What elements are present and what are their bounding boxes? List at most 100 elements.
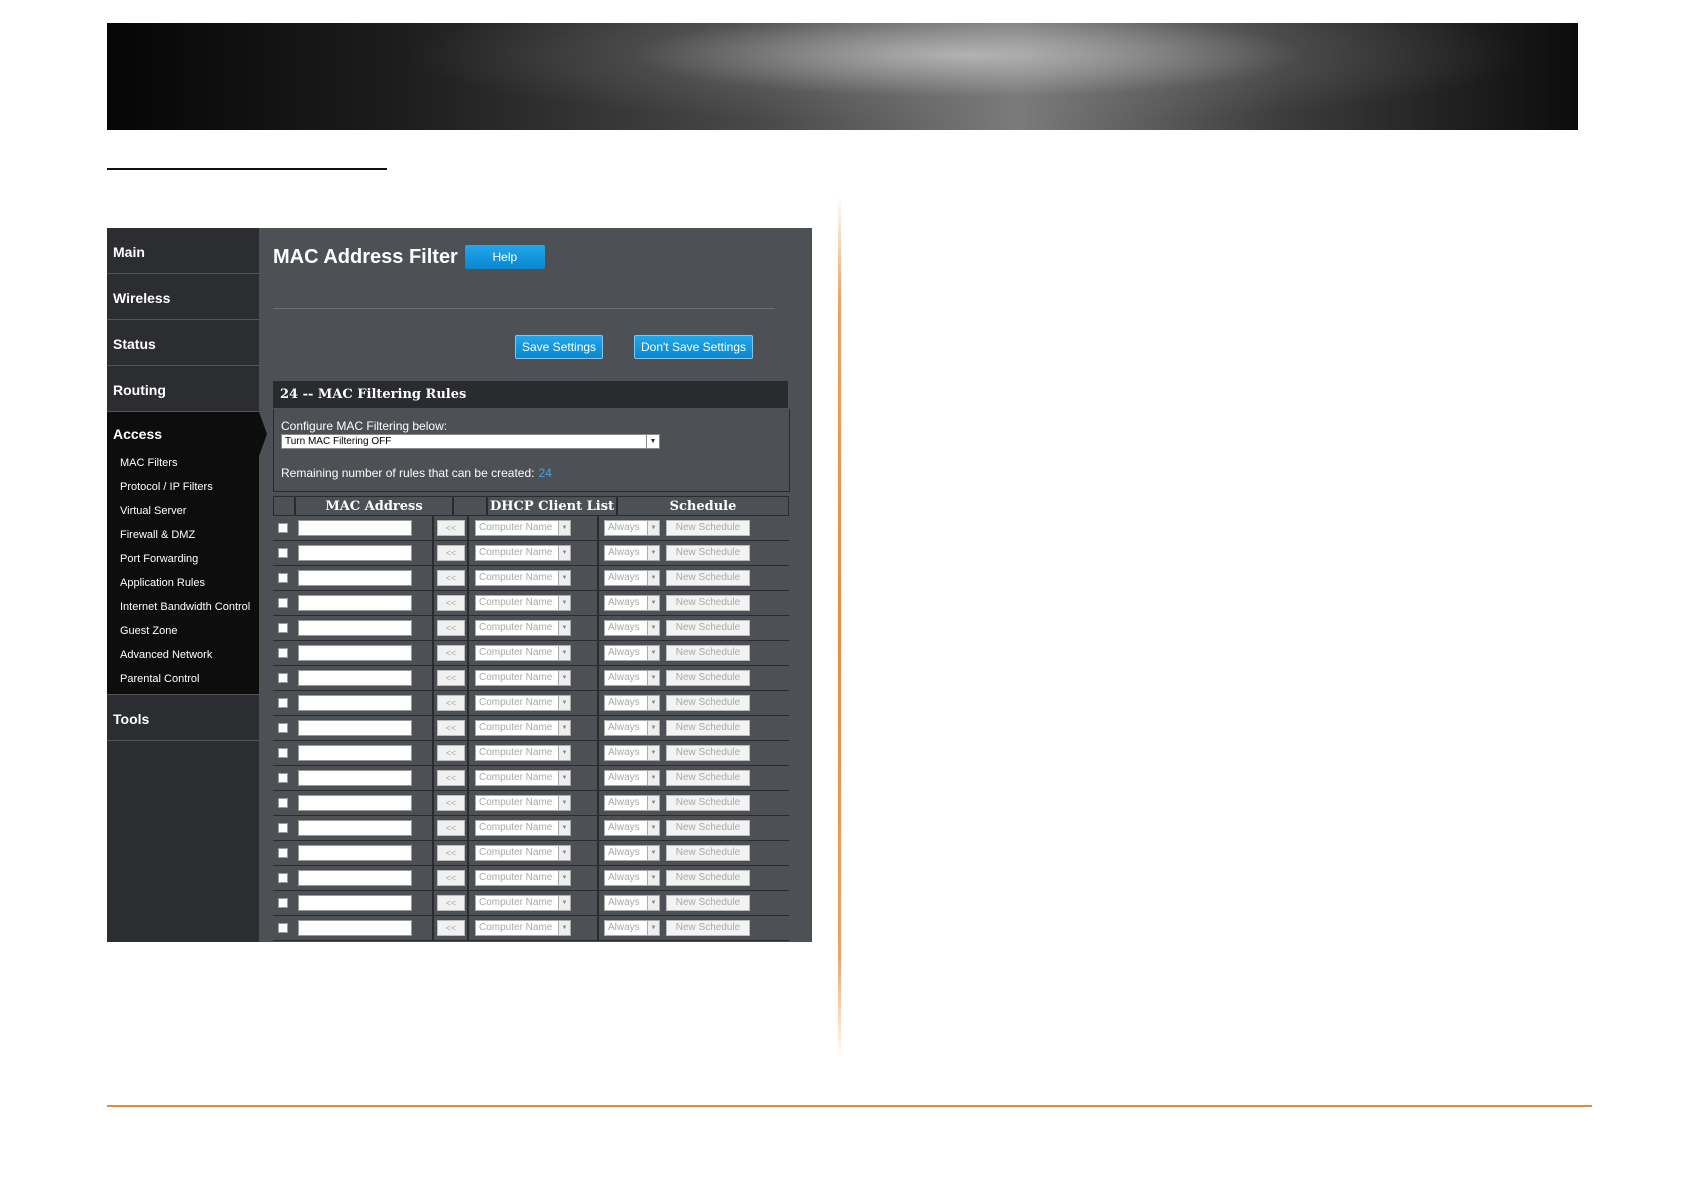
schedule-select[interactable]: Always ▼ bbox=[604, 745, 660, 761]
mac-address-input[interactable] bbox=[298, 645, 412, 661]
new-schedule-button[interactable]: New Schedule bbox=[666, 595, 750, 611]
row-enable-checkbox[interactable] bbox=[278, 723, 288, 733]
new-schedule-button[interactable]: New Schedule bbox=[666, 570, 750, 586]
submenu-item-advanced-network[interactable]: Advanced Network bbox=[107, 644, 259, 668]
schedule-select[interactable]: Always ▼ bbox=[604, 695, 660, 711]
schedule-select[interactable]: Always ▼ bbox=[604, 720, 660, 736]
new-schedule-button[interactable]: New Schedule bbox=[666, 670, 750, 686]
mac-address-input[interactable] bbox=[298, 745, 412, 761]
row-enable-checkbox[interactable] bbox=[278, 523, 288, 533]
submenu-item-parental-control[interactable]: Parental Control bbox=[107, 668, 259, 692]
row-enable-checkbox[interactable] bbox=[278, 748, 288, 758]
copy-mac-button[interactable]: << bbox=[437, 570, 465, 586]
new-schedule-button[interactable]: New Schedule bbox=[666, 720, 750, 736]
copy-mac-button[interactable]: << bbox=[437, 870, 465, 886]
mac-address-input[interactable] bbox=[298, 545, 412, 561]
computer-name-select[interactable]: Computer Name ▼ bbox=[475, 870, 571, 886]
row-enable-checkbox[interactable] bbox=[278, 648, 288, 658]
schedule-select[interactable]: Always ▼ bbox=[604, 670, 660, 686]
mac-address-input[interactable] bbox=[298, 920, 412, 936]
help-button[interactable]: Help bbox=[464, 245, 545, 269]
row-enable-checkbox[interactable] bbox=[278, 573, 288, 583]
schedule-select[interactable]: Always ▼ bbox=[604, 895, 660, 911]
computer-name-select[interactable]: Computer Name ▼ bbox=[475, 595, 571, 611]
new-schedule-button[interactable]: New Schedule bbox=[666, 695, 750, 711]
mac-address-input[interactable] bbox=[298, 795, 412, 811]
dont-save-settings-button[interactable]: Don't Save Settings bbox=[634, 335, 754, 359]
schedule-select[interactable]: Always ▼ bbox=[604, 570, 660, 586]
sidebar-item-status[interactable]: Status bbox=[107, 320, 259, 366]
submenu-item-internet-bandwidth-control[interactable]: Internet Bandwidth Control bbox=[107, 596, 259, 620]
new-schedule-button[interactable]: New Schedule bbox=[666, 745, 750, 761]
computer-name-select[interactable]: Computer Name ▼ bbox=[475, 795, 571, 811]
computer-name-select[interactable]: Computer Name ▼ bbox=[475, 620, 571, 636]
computer-name-select[interactable]: Computer Name ▼ bbox=[475, 845, 571, 861]
schedule-select[interactable]: Always ▼ bbox=[604, 595, 660, 611]
sidebar-item-tools[interactable]: Tools bbox=[107, 695, 259, 741]
sidebar-item-routing[interactable]: Routing bbox=[107, 366, 259, 412]
submenu-item-firewall-dmz[interactable]: Firewall & DMZ bbox=[107, 524, 259, 548]
submenu-item-port-forwarding[interactable]: Port Forwarding bbox=[107, 548, 259, 572]
copy-mac-button[interactable]: << bbox=[437, 595, 465, 611]
mac-address-input[interactable] bbox=[298, 595, 412, 611]
save-settings-button[interactable]: Save Settings bbox=[515, 335, 604, 359]
copy-mac-button[interactable]: << bbox=[437, 670, 465, 686]
computer-name-select[interactable]: Computer Name ▼ bbox=[475, 570, 571, 586]
schedule-select[interactable]: Always ▼ bbox=[604, 770, 660, 786]
computer-name-select[interactable]: Computer Name ▼ bbox=[475, 920, 571, 936]
copy-mac-button[interactable]: << bbox=[437, 895, 465, 911]
schedule-select[interactable]: Always ▼ bbox=[604, 845, 660, 861]
schedule-select[interactable]: Always ▼ bbox=[604, 795, 660, 811]
row-enable-checkbox[interactable] bbox=[278, 548, 288, 558]
row-enable-checkbox[interactable] bbox=[278, 773, 288, 783]
mac-address-input[interactable] bbox=[298, 695, 412, 711]
row-enable-checkbox[interactable] bbox=[278, 873, 288, 883]
computer-name-select[interactable]: Computer Name ▼ bbox=[475, 545, 571, 561]
row-enable-checkbox[interactable] bbox=[278, 798, 288, 808]
copy-mac-button[interactable]: << bbox=[437, 770, 465, 786]
copy-mac-button[interactable]: << bbox=[437, 820, 465, 836]
computer-name-select[interactable]: Computer Name ▼ bbox=[475, 745, 571, 761]
computer-name-select[interactable]: Computer Name ▼ bbox=[475, 670, 571, 686]
new-schedule-button[interactable]: New Schedule bbox=[666, 820, 750, 836]
submenu-item-virtual-server[interactable]: Virtual Server bbox=[107, 500, 259, 524]
submenu-item-guest-zone[interactable]: Guest Zone bbox=[107, 620, 259, 644]
copy-mac-button[interactable]: << bbox=[437, 920, 465, 936]
copy-mac-button[interactable]: << bbox=[437, 845, 465, 861]
sidebar-item-main[interactable]: Main bbox=[107, 228, 259, 274]
mac-address-input[interactable] bbox=[298, 620, 412, 636]
mac-address-input[interactable] bbox=[298, 570, 412, 586]
row-enable-checkbox[interactable] bbox=[278, 923, 288, 933]
mac-address-input[interactable] bbox=[298, 520, 412, 536]
submenu-item-application-rules[interactable]: Application Rules bbox=[107, 572, 259, 596]
computer-name-select[interactable]: Computer Name ▼ bbox=[475, 770, 571, 786]
row-enable-checkbox[interactable] bbox=[278, 898, 288, 908]
row-enable-checkbox[interactable] bbox=[278, 598, 288, 608]
new-schedule-button[interactable]: New Schedule bbox=[666, 870, 750, 886]
row-enable-checkbox[interactable] bbox=[278, 698, 288, 708]
filter-mode-select[interactable]: Turn MAC Filtering OFF ▼ bbox=[281, 434, 660, 449]
sidebar-item-access[interactable]: Access bbox=[107, 412, 267, 456]
schedule-select[interactable]: Always ▼ bbox=[604, 870, 660, 886]
mac-address-input[interactable] bbox=[298, 895, 412, 911]
schedule-select[interactable]: Always ▼ bbox=[604, 820, 660, 836]
new-schedule-button[interactable]: New Schedule bbox=[666, 895, 750, 911]
schedule-select[interactable]: Always ▼ bbox=[604, 645, 660, 661]
new-schedule-button[interactable]: New Schedule bbox=[666, 645, 750, 661]
copy-mac-button[interactable]: << bbox=[437, 795, 465, 811]
computer-name-select[interactable]: Computer Name ▼ bbox=[475, 645, 571, 661]
new-schedule-button[interactable]: New Schedule bbox=[666, 920, 750, 936]
copy-mac-button[interactable]: << bbox=[437, 720, 465, 736]
computer-name-select[interactable]: Computer Name ▼ bbox=[475, 520, 571, 536]
schedule-select[interactable]: Always ▼ bbox=[604, 520, 660, 536]
mac-address-input[interactable] bbox=[298, 845, 412, 861]
mac-address-input[interactable] bbox=[298, 720, 412, 736]
copy-mac-button[interactable]: << bbox=[437, 745, 465, 761]
mac-address-input[interactable] bbox=[298, 870, 412, 886]
computer-name-select[interactable]: Computer Name ▼ bbox=[475, 695, 571, 711]
copy-mac-button[interactable]: << bbox=[437, 545, 465, 561]
submenu-item-protocol-ip-filters[interactable]: Protocol / IP Filters bbox=[107, 476, 259, 500]
computer-name-select[interactable]: Computer Name ▼ bbox=[475, 820, 571, 836]
new-schedule-button[interactable]: New Schedule bbox=[666, 520, 750, 536]
sidebar-item-wireless[interactable]: Wireless bbox=[107, 274, 259, 320]
